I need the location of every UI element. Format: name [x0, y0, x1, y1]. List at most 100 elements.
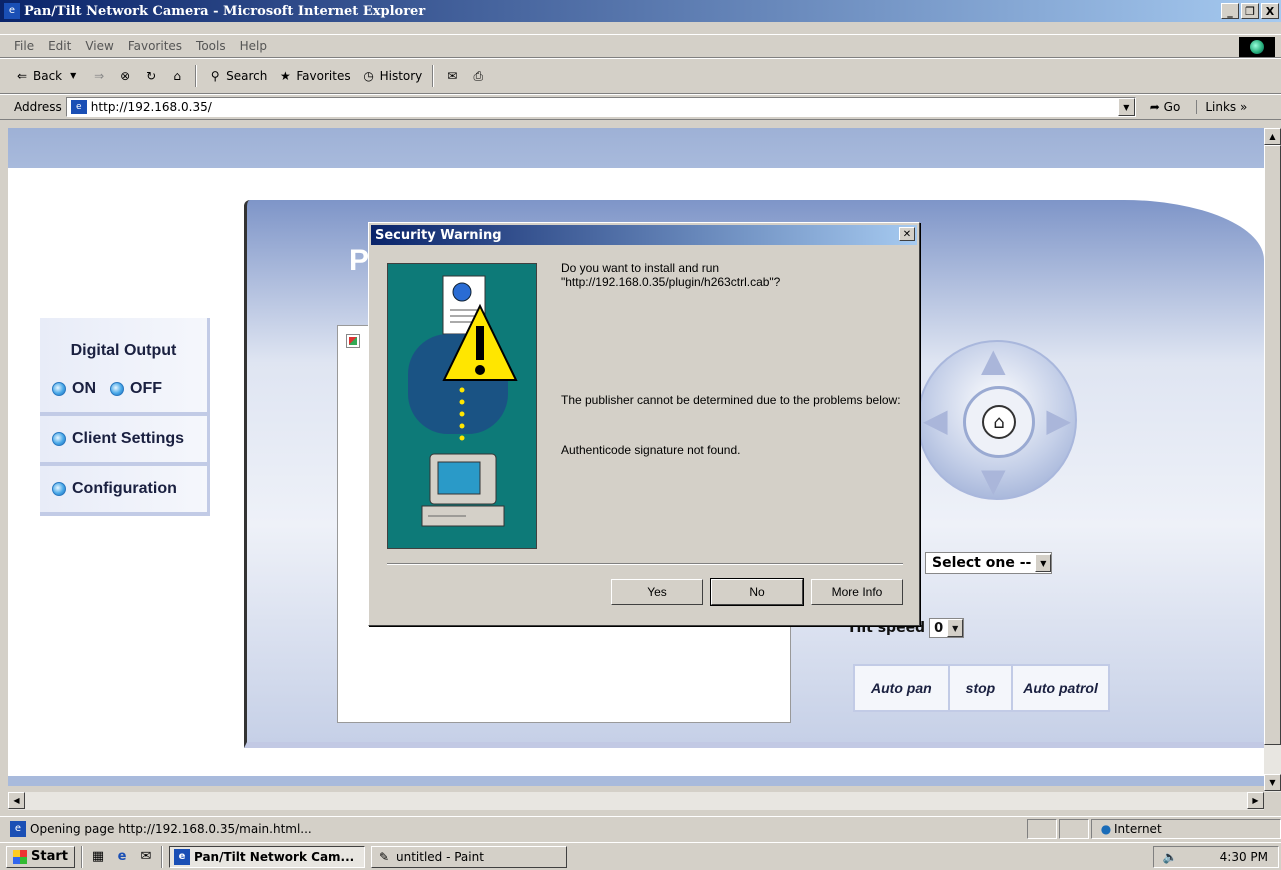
auto-patrol-button[interactable]: Auto patrol — [1013, 666, 1108, 710]
auto-pan-button[interactable]: Auto pan — [855, 666, 950, 710]
print-icon[interactable]: ⎙ — [470, 68, 486, 84]
volume-icon[interactable]: 🔈 — [1162, 849, 1178, 865]
ie-throbber-icon — [1239, 37, 1275, 57]
home-icon[interactable]: ⌂ — [169, 68, 185, 84]
tilt-speed-select[interactable]: 0 ▼ — [929, 618, 965, 638]
bullet-dot-icon — [52, 482, 66, 496]
menu-tools[interactable]: Tools — [196, 39, 226, 53]
address-dropdown-icon[interactable]: ▼ — [1117, 98, 1135, 116]
menu-bar: File Edit View Favorites Tools Help — [0, 34, 1281, 58]
more-info-button[interactable]: More Info — [811, 579, 903, 605]
taskbar: Start ▦ e ✉ e Pan/Tilt Network Cam... ✎ … — [0, 842, 1281, 870]
links-button[interactable]: Links » — [1196, 100, 1247, 114]
mail-icon[interactable]: ✉ — [444, 68, 460, 84]
pan-right-icon[interactable]: ▶ — [1046, 404, 1071, 436]
tilt-down-icon[interactable]: ▼ — [981, 464, 1006, 496]
scroll-right-icon[interactable]: ▶ — [1247, 792, 1264, 809]
digital-output-block: Digital Output ON OFF — [40, 318, 207, 416]
warning-shield-icon — [408, 275, 518, 527]
tilt-up-icon[interactable]: ▲ — [981, 344, 1006, 376]
task-ie-window[interactable]: e Pan/Tilt Network Cam... — [168, 845, 365, 868]
ie-page-icon: e — [173, 848, 190, 865]
bullet-dot-icon — [52, 432, 66, 446]
stop-button[interactable]: stop — [950, 666, 1014, 710]
search-icon: ⚲ — [210, 69, 220, 83]
zone-label: Internet — [1114, 822, 1162, 836]
status-cell — [1027, 819, 1057, 839]
task-paint-window[interactable]: ✎ untitled - Paint — [370, 845, 567, 868]
history-button[interactable]: ◷ History — [361, 68, 422, 84]
address-url: http://192.168.0.35/ — [90, 100, 212, 114]
show-desktop-icon[interactable]: ▦ — [89, 848, 107, 866]
address-bar: Address e http://192.168.0.35/ ▼ ➦ Go Li… — [0, 94, 1281, 120]
favorites-button[interactable]: ★ Favorites — [277, 68, 351, 84]
back-arrow-icon: ⇐ — [16, 69, 28, 83]
status-bar: e Opening page http://192.168.0.35/main.… — [0, 816, 1281, 840]
outlook-quicklaunch-icon[interactable]: ✉ — [137, 848, 155, 866]
signature-message: Authenticode signature not found. — [561, 443, 741, 457]
publisher-message: The publisher cannot be determined due t… — [561, 393, 901, 407]
go-label: Go — [1163, 100, 1181, 114]
close-button[interactable]: X — [1261, 3, 1279, 19]
search-label: Search — [226, 69, 268, 83]
menu-file[interactable]: File — [14, 39, 34, 53]
chevron-down-icon: ▼ — [1035, 554, 1052, 572]
search-button[interactable]: ⚲ Search — [207, 68, 268, 84]
preset-select[interactable]: Select one -- ▼ — [925, 552, 1053, 574]
ie-quicklaunch-icon[interactable]: e — [113, 848, 131, 866]
horizontal-scrollbar[interactable]: ◀ ▶ — [8, 792, 1264, 810]
navigation-toolbar: ⇐ Back ▼ ⇒ ⊗ ↻ ⌂ ⚲ Search ★ Favorites ◷ … — [0, 58, 1281, 94]
stop-icon[interactable]: ⊗ — [117, 68, 133, 84]
vertical-scrollbar[interactable]: ▲ ▼ — [1264, 128, 1281, 792]
output-on-option[interactable]: ON — [52, 380, 96, 398]
pan-left-icon[interactable]: ◀ — [923, 404, 948, 436]
home-position-icon[interactable]: ⌂ — [982, 405, 1016, 439]
scroll-up-icon[interactable]: ▲ — [1264, 128, 1281, 145]
go-button[interactable]: ➦ Go — [1150, 100, 1181, 114]
output-off-option[interactable]: OFF — [110, 380, 162, 398]
loading-page-icon: e — [10, 820, 26, 837]
paint-icon: ✎ — [378, 849, 390, 864]
dialog-close-button[interactable]: ✕ — [899, 227, 915, 241]
forward-arrow-icon[interactable]: ⇒ — [91, 68, 107, 84]
restore-button[interactable]: ❐ — [1241, 3, 1259, 19]
auto-controls: Auto pan stop Auto patrol — [853, 664, 1110, 712]
start-button[interactable]: Start — [6, 845, 75, 868]
yes-button[interactable]: Yes — [611, 579, 703, 605]
task-ie-label: Pan/Tilt Network Cam... — [193, 849, 355, 864]
refresh-icon[interactable]: ↻ — [143, 68, 159, 84]
page-header-band — [8, 128, 1264, 168]
taskbar-separator — [160, 845, 163, 868]
page-footer-band — [8, 776, 1264, 786]
menu-help[interactable]: Help — [240, 39, 267, 53]
dialog-titlebar: Security Warning ✕ — [371, 225, 917, 245]
address-label: Address — [14, 100, 62, 114]
system-tray: 🔈 4:30 PM — [1153, 846, 1279, 868]
client-settings-block: Client Settings — [40, 416, 207, 466]
configuration-link[interactable]: Configuration — [40, 466, 207, 512]
task-paint-label: untitled - Paint — [395, 849, 484, 864]
client-settings-link[interactable]: Client Settings — [40, 416, 207, 462]
output-off-label: OFF — [130, 380, 162, 397]
window-title: Pan/Tilt Network Camera - Microsoft Inte… — [24, 3, 426, 19]
dialog-divider — [387, 563, 903, 565]
scroll-down-icon[interactable]: ▼ — [1264, 774, 1281, 791]
menu-favorites[interactable]: Favorites — [128, 39, 182, 53]
status-cell — [1059, 819, 1089, 839]
no-button[interactable]: No — [710, 578, 804, 606]
scroll-left-icon[interactable]: ◀ — [8, 792, 25, 809]
menu-view[interactable]: View — [85, 39, 113, 53]
minimize-button[interactable]: _ — [1221, 3, 1239, 19]
security-illustration — [387, 263, 537, 549]
security-zone: ● Internet — [1091, 819, 1281, 839]
menu-edit[interactable]: Edit — [48, 39, 71, 53]
back-button[interactable]: ⇐ Back ▼ — [14, 68, 81, 84]
back-label: Back — [33, 69, 63, 83]
dialog-title: Security Warning — [375, 227, 502, 243]
toolbar-separator — [432, 65, 435, 87]
address-input[interactable]: e http://192.168.0.35/ ▼ — [65, 97, 1136, 117]
broken-image-icon — [346, 334, 360, 348]
radio-dot-icon — [52, 382, 66, 396]
install-question: Do you want to install and run "http://1… — [561, 261, 781, 290]
vertical-scroll-thumb[interactable] — [1264, 145, 1281, 745]
